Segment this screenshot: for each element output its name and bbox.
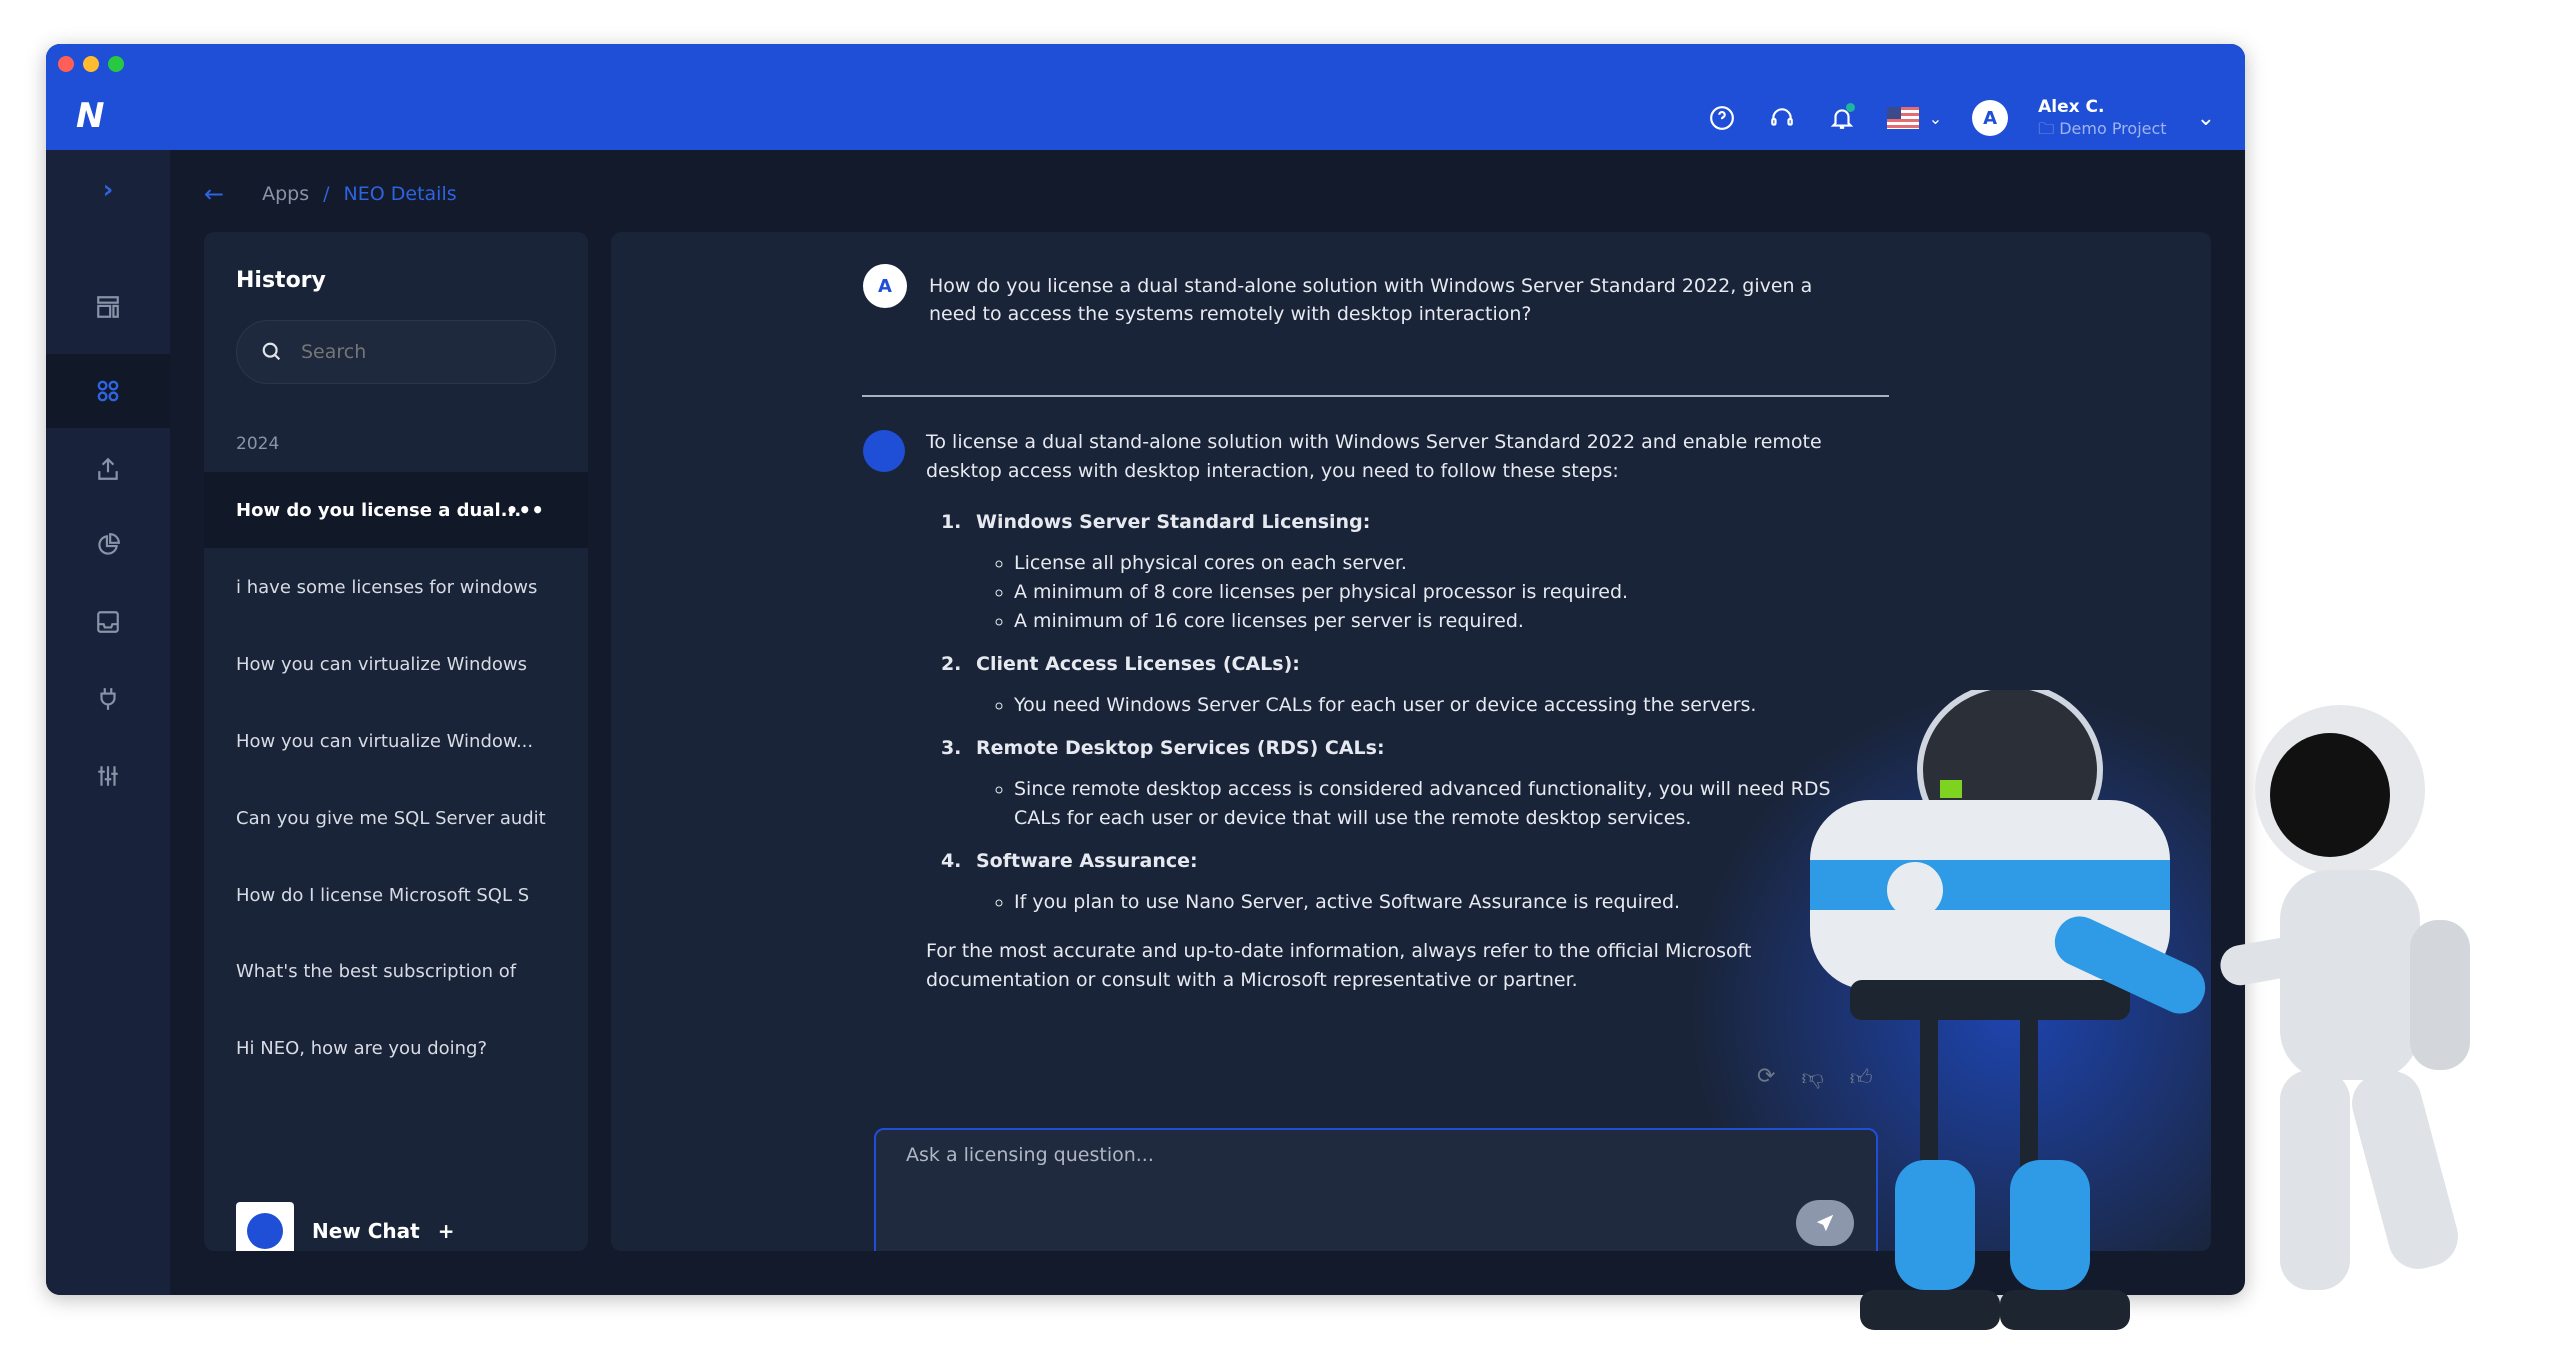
- expand-sidebar-button[interactable]: ›: [46, 150, 170, 230]
- answer-bullet: A minimum of 8 core licenses per physica…: [1014, 578, 1863, 607]
- plus-icon: +: [437, 1219, 455, 1243]
- answer-step-title: Windows Server Standard Licensing:: [976, 511, 1371, 533]
- history-item[interactable]: How you can virtualize Windows: [204, 626, 588, 702]
- chat-input-box: [874, 1128, 1878, 1251]
- bell-icon[interactable]: [1827, 103, 1857, 133]
- close-window-button[interactable]: [58, 56, 74, 72]
- left-rail: ›: [46, 150, 170, 1295]
- new-chat-label: New Chat: [312, 1219, 420, 1243]
- answer-bullet: License all physical cores on each serve…: [1014, 549, 1863, 578]
- robot-astronaut-illustration: [1810, 690, 2470, 1330]
- history-item-label: How do you license a dual...: [236, 499, 522, 521]
- history-item[interactable]: What's the best subscription of: [204, 933, 588, 1009]
- minimize-window-button[interactable]: [83, 56, 99, 72]
- search-icon: [262, 342, 281, 361]
- user-menu-chevron-icon[interactable]: ⌄: [2197, 106, 2215, 131]
- user-message: A How do you license a dual stand-alone …: [863, 264, 1863, 328]
- maximize-window-button[interactable]: [108, 56, 124, 72]
- neo-logo: [236, 1202, 294, 1251]
- answer-step: Windows Server Standard Licensing: Licen…: [968, 508, 1863, 636]
- apps-icon[interactable]: [46, 354, 170, 428]
- folder-icon: 🗀: [2038, 119, 2060, 138]
- breadcrumb-separator: /: [323, 183, 330, 205]
- search-input[interactable]: [301, 341, 521, 363]
- us-flag-icon: [1886, 107, 1919, 129]
- history-item[interactable]: i have some licenses for windows: [204, 549, 588, 625]
- answer-intro: To license a dual stand-alone solution w…: [926, 431, 1822, 482]
- answer-step-title: Remote Desktop Services (RDS) CALs:: [976, 737, 1385, 759]
- answer-step: Remote Desktop Services (RDS) CALs: Sinc…: [968, 734, 1863, 833]
- breadcrumb-current: NEO Details: [343, 183, 457, 205]
- new-chat-button[interactable]: New Chat +: [236, 1202, 454, 1251]
- answer-bullet: Since remote desktop access is considere…: [1014, 775, 1863, 833]
- neo-avatar: [863, 430, 905, 472]
- chevron-down-icon: ⌄: [1928, 108, 1943, 128]
- history-item[interactable]: Can you give me SQL Server audit: [204, 780, 588, 856]
- sliders-icon[interactable]: [46, 739, 170, 813]
- project-name: Demo Project: [2059, 119, 2167, 138]
- user-avatar: A: [863, 264, 907, 308]
- assistant-message: To license a dual stand-alone solution w…: [863, 428, 1863, 995]
- answer-step-title: Software Assurance:: [976, 850, 1198, 872]
- history-item[interactable]: How you can virtualize Window...: [204, 703, 588, 779]
- regenerate-icon[interactable]: ⟳: [1757, 1064, 1775, 1091]
- answer-step: Software Assurance: If you plan to use N…: [968, 847, 1863, 917]
- history-search[interactable]: [236, 320, 556, 384]
- back-arrow-icon[interactable]: ←: [204, 180, 224, 208]
- plug-icon[interactable]: [46, 662, 170, 736]
- avatar[interactable]: A: [1972, 100, 2009, 136]
- history-item[interactable]: How do I license Microsoft SQL S: [204, 857, 588, 933]
- message-divider: [862, 395, 1889, 397]
- answer-bullet: If you plan to use Nano Server, active S…: [1014, 888, 1863, 917]
- upload-icon[interactable]: [46, 432, 170, 506]
- history-title: History: [236, 268, 326, 293]
- chat-input[interactable]: [876, 1130, 1876, 1251]
- help-icon[interactable]: [1707, 103, 1737, 133]
- answer-bullet: A minimum of 16 core licenses per server…: [1014, 607, 1863, 636]
- breadcrumb: ← Apps / NEO Details: [204, 180, 457, 208]
- breadcrumb-apps[interactable]: Apps: [262, 183, 309, 205]
- history-item[interactable]: Hi NEO, how are you doing?: [204, 1010, 588, 1086]
- pie-chart-icon[interactable]: [46, 508, 170, 582]
- headset-icon[interactable]: [1767, 103, 1797, 133]
- history-year: 2024: [236, 434, 280, 454]
- dashboard-icon[interactable]: [46, 270, 170, 344]
- inbox-icon[interactable]: [46, 585, 170, 659]
- answer-step-title: Client Access Licenses (CALs):: [976, 653, 1300, 675]
- answer-steps: Windows Server Standard Licensing: Licen…: [968, 508, 1863, 917]
- app-logo[interactable]: N: [76, 96, 104, 136]
- user-name: Alex C.: [2038, 97, 2105, 117]
- answer-outro: For the most accurate and up-to-date inf…: [926, 940, 1752, 991]
- history-item[interactable]: How do you license a dual... •••: [204, 472, 588, 548]
- answer-bullet: You need Windows Server CALs for each us…: [1014, 691, 1863, 720]
- history-panel: History 2024 How do you license a dual..…: [204, 232, 588, 1251]
- top-header: N ⌄ A Alex C. 🗀 Demo Project ⌄: [46, 44, 2245, 150]
- language-selector[interactable]: ⌄: [1886, 107, 1943, 129]
- answer-step: Client Access Licenses (CALs): You need …: [968, 650, 1863, 720]
- user-message-text: How do you license a dual stand-alone so…: [929, 275, 1813, 325]
- window-controls: [58, 56, 124, 72]
- user-menu[interactable]: Alex C. 🗀 Demo Project: [2038, 96, 2166, 140]
- more-options-icon[interactable]: •••: [506, 498, 544, 522]
